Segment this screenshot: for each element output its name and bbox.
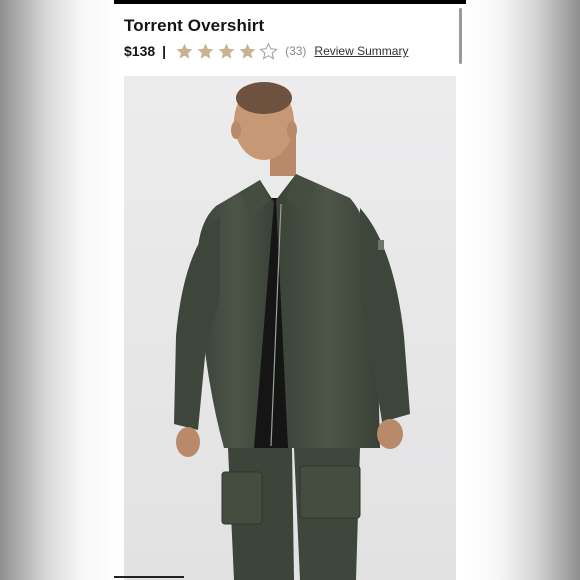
star-filled-icon	[197, 43, 214, 59]
star-rating[interactable]	[175, 41, 280, 61]
screenshot-stage: Torrent Overshirt $138 | (33) Review Sum…	[0, 0, 580, 580]
star-empty-icon	[259, 41, 278, 60]
scrollbar-thumb[interactable]	[459, 8, 462, 64]
cargo-pants	[221, 448, 361, 580]
review-summary-link[interactable]: Review Summary	[314, 44, 408, 58]
product-photo-illustration	[124, 76, 456, 580]
price-rating-row: $138 | (33) Review Summary	[124, 40, 408, 62]
status-bar-edge	[114, 0, 466, 4]
product-image[interactable]	[124, 76, 456, 580]
product-price: $138	[124, 43, 156, 59]
price-separator: |	[162, 43, 167, 59]
product-title: Torrent Overshirt	[124, 16, 265, 35]
star-filled-icon	[176, 43, 193, 59]
carousel-indicator	[114, 576, 184, 578]
star-filled-icon	[239, 43, 256, 59]
review-count: (33)	[285, 44, 307, 58]
star-filled-icon	[218, 43, 235, 59]
